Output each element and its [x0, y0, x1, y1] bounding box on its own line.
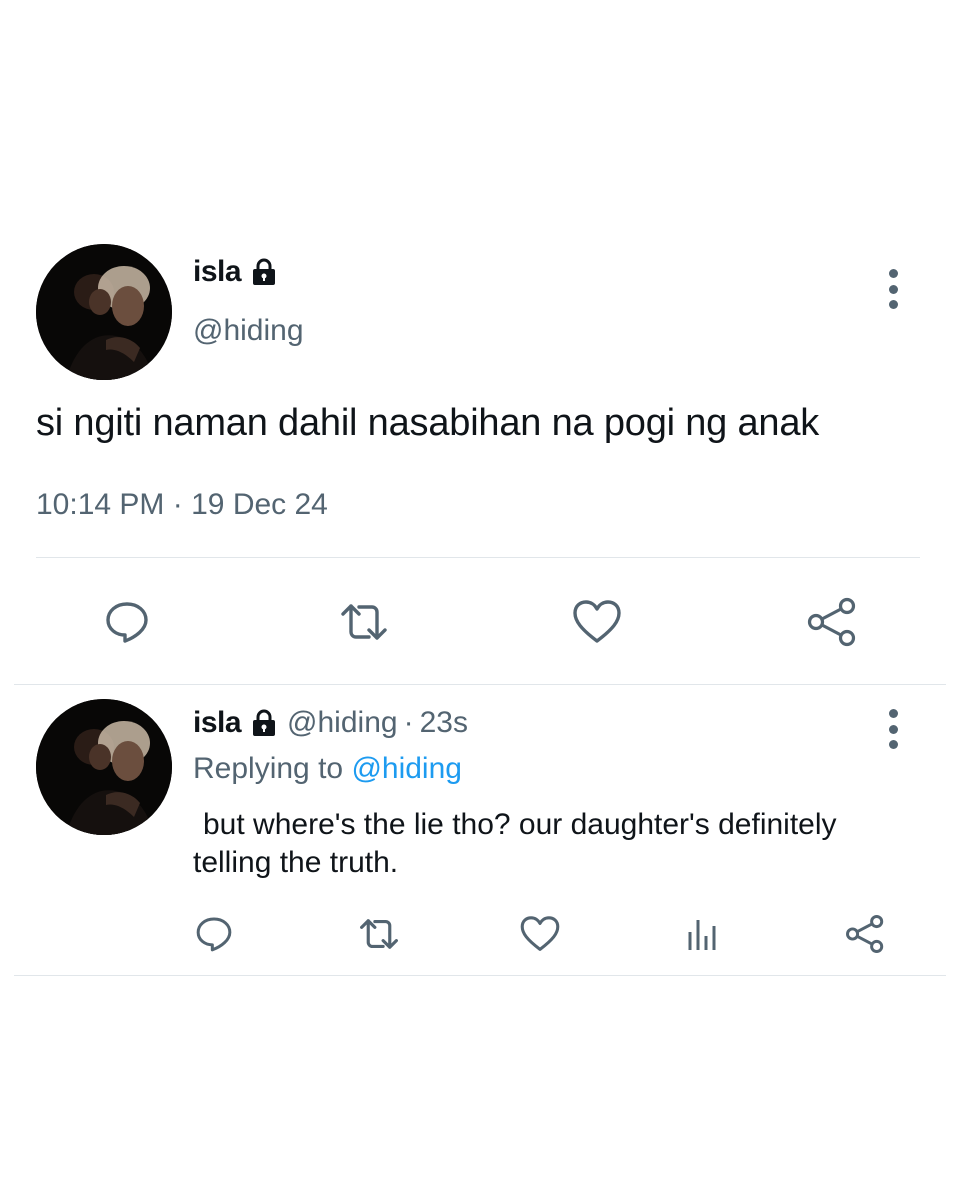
meta-separator: · [403, 706, 414, 739]
share-icon[interactable] [804, 594, 860, 650]
meta-separator: · [172, 488, 183, 521]
replying-to-link[interactable]: @hiding [351, 752, 462, 785]
tweet-timestamp[interactable]: 10:14 PM · 19 Dec 24 [36, 488, 328, 522]
share-icon[interactable] [843, 911, 887, 957]
author-name[interactable]: isla [193, 255, 279, 289]
author-handle[interactable]: @hiding [193, 314, 304, 348]
reply-icon[interactable] [101, 596, 153, 648]
retweet-icon[interactable] [354, 913, 404, 955]
like-icon[interactable] [570, 596, 624, 648]
replying-prefix: Replying to [193, 752, 344, 785]
retweet-icon[interactable] [334, 596, 394, 648]
tweet-text: si ngiti naman dahil nasabihan na pogi n… [36, 402, 820, 444]
tweet-time: 10:14 PM [36, 488, 165, 521]
divider [14, 975, 946, 976]
more-options-icon[interactable] [883, 269, 903, 309]
tweet-date: 19 Dec 24 [191, 488, 328, 521]
reply-text: but where's the lie tho? our daughter's … [193, 806, 913, 882]
divider [36, 557, 920, 558]
author-name-label[interactable]: isla [193, 255, 242, 289]
like-icon[interactable] [518, 913, 562, 955]
reply-time[interactable]: 23s [420, 706, 468, 740]
divider [14, 684, 946, 685]
reply-avatar[interactable] [36, 699, 172, 835]
reply-header: isla @hiding · 23s [193, 706, 468, 740]
replying-to: Replying to @hiding [193, 752, 462, 786]
lock-icon [249, 257, 279, 287]
more-options-icon[interactable] [883, 709, 903, 749]
reply-author-name[interactable]: isla [193, 706, 242, 740]
analytics-icon[interactable] [682, 913, 722, 955]
reply-icon[interactable] [192, 913, 236, 955]
avatar[interactable] [36, 244, 172, 380]
reply-text-content: but where's the lie tho? our daughter's … [193, 808, 837, 879]
lock-icon [249, 708, 279, 738]
reply-author-handle[interactable]: @hiding [287, 706, 398, 740]
